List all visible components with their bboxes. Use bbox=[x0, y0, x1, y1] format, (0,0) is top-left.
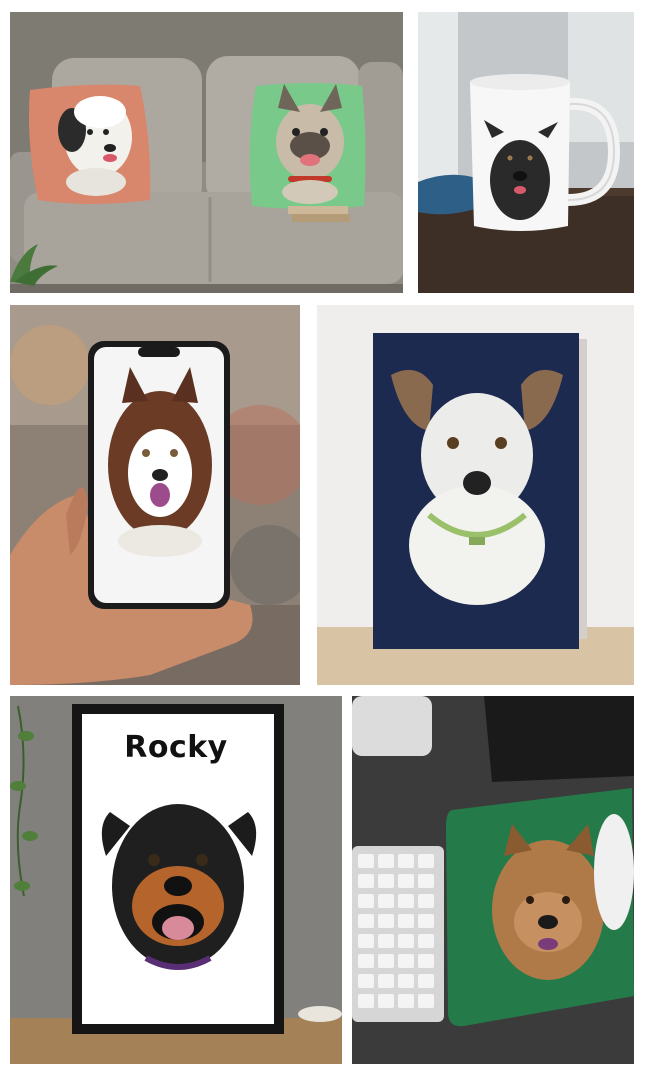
mouse bbox=[594, 814, 634, 930]
phone-photo bbox=[10, 305, 300, 685]
cloth bbox=[418, 174, 478, 215]
sofa-scene bbox=[10, 12, 403, 293]
desk-scene bbox=[352, 696, 634, 1064]
tablet bbox=[484, 696, 634, 782]
mug-photo bbox=[418, 12, 634, 293]
pet-name-label: Rocky bbox=[124, 730, 228, 765]
mug-scene bbox=[418, 12, 634, 293]
phone bbox=[88, 341, 230, 609]
canvas-scene bbox=[317, 305, 634, 685]
mousepad-photo bbox=[352, 696, 634, 1064]
canvas-photo bbox=[317, 305, 634, 685]
canvas bbox=[373, 333, 579, 649]
pillow-right bbox=[249, 83, 366, 209]
sofa-pillows-photo bbox=[10, 12, 403, 293]
pillow-left bbox=[29, 84, 151, 204]
framed-print-photo: Rocky bbox=[10, 696, 342, 1064]
monitor-stand bbox=[352, 696, 432, 756]
keyboard bbox=[352, 846, 444, 1022]
phone-scene bbox=[10, 305, 300, 685]
